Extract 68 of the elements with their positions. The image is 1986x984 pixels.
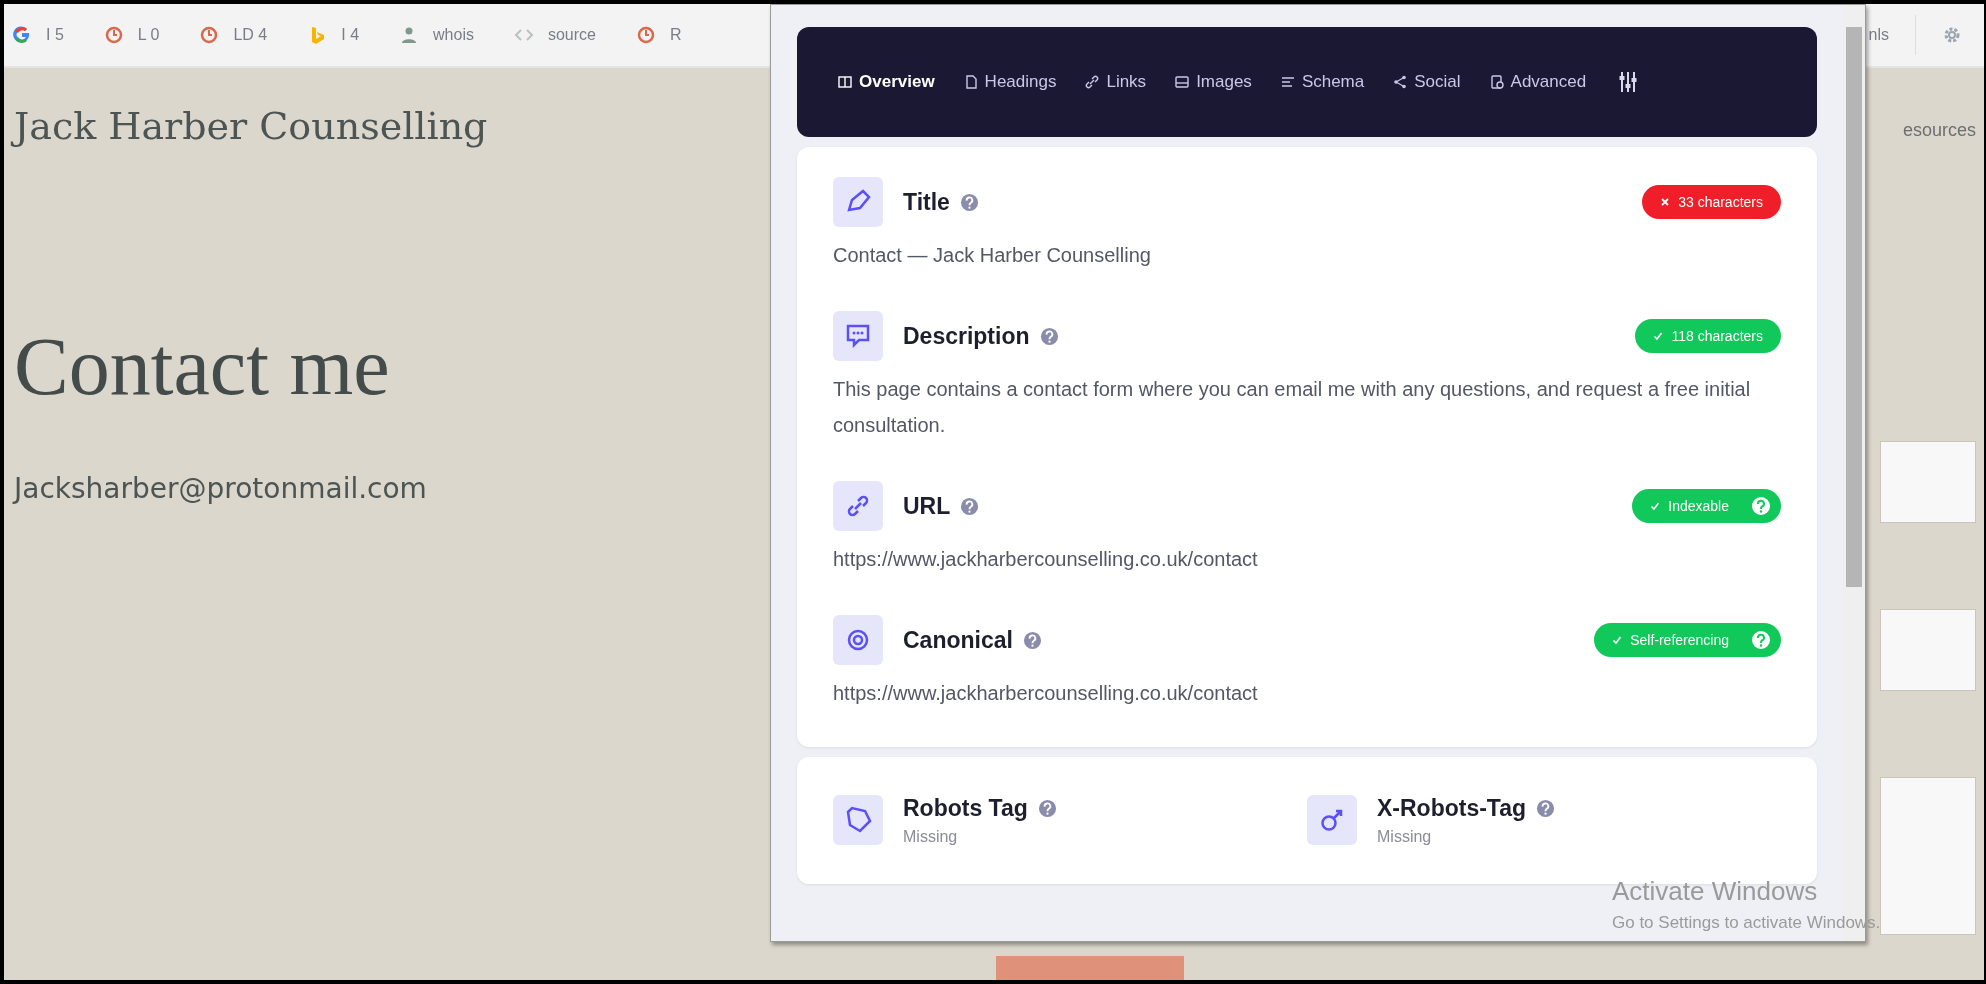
help-icon[interactable] (1022, 630, 1042, 650)
input-field[interactable] (1880, 441, 1976, 523)
clock-icon (103, 25, 124, 45)
tag-icon (833, 177, 883, 227)
status-badge: Self-referencing (1594, 623, 1781, 657)
field-label: Canonical (903, 626, 1013, 654)
help-icon[interactable] (1751, 496, 1771, 516)
images-icon (1174, 74, 1191, 90)
check-icon (1612, 635, 1623, 645)
google-icon (12, 25, 32, 45)
help-icon[interactable] (1037, 799, 1057, 818)
tab[interactable]: Headings (958, 68, 1061, 96)
bookmark-link[interactable]: I 5 (46, 26, 64, 44)
field-label: URL (903, 492, 951, 520)
gender-icon (1307, 795, 1357, 845)
clock-icon (199, 25, 220, 45)
bookmark-link[interactable]: I 4 (341, 26, 360, 44)
field-label: Description (903, 322, 1030, 350)
sliders-icon[interactable] (1618, 69, 1639, 95)
help-icon[interactable] (1751, 630, 1771, 650)
cross-icon (1660, 197, 1671, 207)
bookmark-link[interactable]: source (547, 26, 596, 44)
field-value: This page contains a contact form where you can email me with any questions, and request a free initial consultation. (833, 377, 1752, 438)
field-label: Robots Tag (903, 795, 1028, 822)
field-status: Missing (1377, 828, 1433, 846)
field-label: X-Robots-Tag (1377, 795, 1527, 822)
input-field[interactable] (1880, 609, 1976, 691)
schema-icon (1279, 74, 1296, 90)
links-icon (1084, 74, 1101, 90)
status-badge: 118 characters (1635, 319, 1781, 353)
status-badge: Indexable (1632, 489, 1781, 523)
activation-title: Activate Windows (1612, 876, 1819, 907)
check-icon (1653, 331, 1664, 341)
bookmark-link[interactable]: R (670, 26, 682, 44)
bookmark-link[interactable]: LD 4 (233, 26, 268, 44)
tag-icon (833, 795, 883, 845)
help-icon[interactable] (1039, 326, 1059, 346)
check-icon (1650, 501, 1661, 511)
nav-link[interactable]: esources (1902, 120, 1976, 141)
page-heading: Contact me (14, 320, 391, 414)
tab[interactable]: Overview (833, 68, 939, 96)
bookmark-link[interactable]: whois (433, 26, 474, 44)
tab[interactable]: Images (1170, 68, 1256, 96)
field-status: Missing (903, 828, 959, 846)
help-icon[interactable] (1536, 799, 1556, 818)
message-field[interactable] (1880, 777, 1976, 935)
advanced-icon (1488, 74, 1505, 90)
email-address: Jacksharber@protonmail.com (14, 472, 428, 505)
tab[interactable]: Social (1388, 68, 1465, 96)
link-icon (833, 481, 883, 531)
field-value: Contact — Jack Harber Counselling (833, 243, 1152, 268)
field-label: Title (903, 188, 950, 216)
settings-icon[interactable] (1942, 25, 1962, 45)
clock-icon (636, 25, 656, 45)
field-value: https://www.jackharbercounselling.co.uk/contact (833, 547, 1259, 572)
tab[interactable]: Schema (1275, 68, 1369, 96)
bookmark-link[interactable]: L 0 (137, 26, 160, 44)
tab[interactable]: Advanced (1484, 68, 1591, 96)
help-icon[interactable] (959, 192, 979, 212)
status-badge: 33 characters (1642, 185, 1781, 219)
tab[interactable]: Links (1080, 68, 1151, 96)
field-value: https://www.jackharbercounselling.co.uk/contact (833, 681, 1259, 706)
target-icon (833, 615, 883, 665)
comment-icon (833, 311, 883, 361)
overview-icon (837, 74, 853, 90)
help-icon[interactable] (960, 496, 980, 516)
toolbar-link[interactable]: nls (1868, 26, 1889, 44)
social-icon (1392, 74, 1409, 90)
